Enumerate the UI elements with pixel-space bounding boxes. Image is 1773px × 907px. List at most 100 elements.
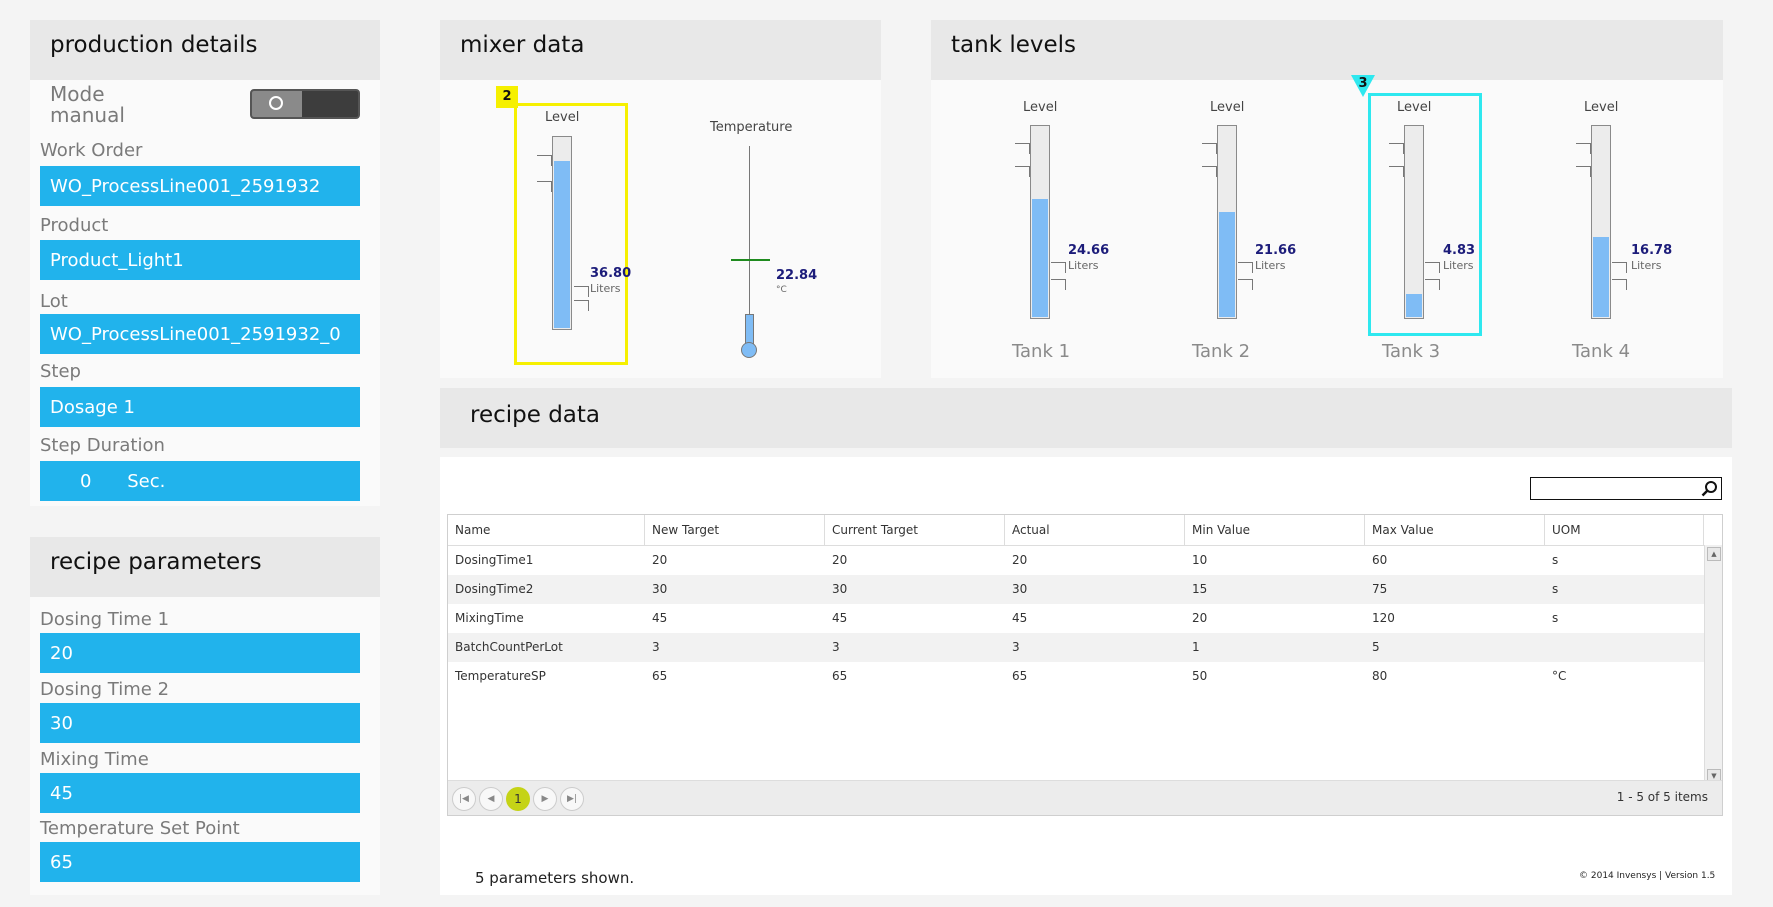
tank-unit: Liters [1631,259,1662,272]
mode-value: manual [50,103,125,127]
mode-toggle[interactable] [250,89,360,119]
cell-min-value: 1 [1192,640,1200,654]
table-row[interactable]: TemperatureSP 65 65 65 50 80 °C [448,662,1704,691]
tank-level-label: Level [1023,100,1058,115]
tank-marker [1202,143,1217,154]
column-header-name[interactable]: Name [448,515,645,545]
cell-name: BatchCountPerLot [455,640,563,654]
thermometer-stem [749,146,750,316]
thermometer-tube [745,314,754,344]
tank-marker [1389,166,1404,177]
param-value-field[interactable]: 20 [40,633,360,673]
cell-uom: s [1552,553,1559,567]
cell-min-value: 50 [1192,669,1208,683]
tank-marker [1612,279,1627,290]
cell-name: DosingTime2 [455,582,534,596]
cell-uom: °C [1552,669,1567,683]
next-page-icon[interactable]: ▶ [533,787,557,811]
tank-marker [1612,262,1627,273]
column-header-min-value[interactable]: Min Value [1185,515,1365,545]
mixer-badge: 2 [496,86,518,108]
cell-min-value: 20 [1192,611,1208,625]
cell-max-value: 80 [1372,669,1388,683]
step-field[interactable]: Dosage 1 [40,387,360,427]
tank-fill [1219,212,1235,317]
tank-fill [1593,237,1609,317]
toggle-knob [252,91,302,117]
column-header-actual[interactable]: Actual [1005,515,1185,545]
tank-marker [1238,279,1253,290]
mixer-temperature-unit: °C [776,285,787,295]
work-order-field[interactable]: WO_ProcessLine001_2591932 [40,166,360,206]
tank-tube [1404,125,1424,319]
mixer-temperature-value: 22.84 [776,268,818,283]
mixer-temperature-label: Temperature [710,120,793,135]
tank-name: Tank 4 [1572,341,1631,362]
tank3-badge-number: 3 [1358,76,1368,91]
param-label: Temperature Set Point [40,818,240,839]
column-header-new-target[interactable]: New Target [645,515,825,545]
cell-current-target: 20 [832,553,848,567]
mode-label: Mode [50,82,105,106]
recipe-data-header-panel: recipe data [440,388,1732,448]
prev-page-icon[interactable]: ◀ [479,787,503,811]
param-label: Dosing Time 2 [40,679,170,700]
param-label: Mixing Time [40,749,149,770]
step-duration-unit: Sec. [127,471,166,492]
mixer-data-header: mixer data [440,20,881,80]
table-row[interactable]: DosingTime2 30 30 30 15 75 s [448,575,1704,604]
table-row[interactable]: DosingTime1 20 20 20 10 60 s [448,546,1704,575]
cell-current-target: 65 [832,669,848,683]
grid-vertical-scrollbar[interactable]: ▲ ▼ [1704,545,1722,785]
tank-value: 24.66 [1068,243,1110,258]
production-details-title: production details [50,32,258,58]
param-value-field[interactable]: 45 [40,773,360,813]
column-header-current-target[interactable]: Current Target [825,515,1005,545]
tank-level-label: Level [1584,100,1619,115]
tank-marker [1015,166,1030,177]
product-field[interactable]: Product_Light1 [40,240,360,280]
param-value-field[interactable]: 65 [40,842,360,882]
mixer-data-title: mixer data [460,32,585,58]
toggle-ring-icon [269,96,283,110]
tank3-highlight[interactable] [1368,93,1482,336]
lot-field[interactable]: WO_ProcessLine001_2591932_0 [40,314,360,354]
cell-actual: 45 [1012,611,1028,625]
cell-max-value: 5 [1372,640,1380,654]
scroll-up-arrow-icon[interactable]: ▲ [1707,547,1721,561]
recipe-data-grid: Name New Target Current Target Actual Mi… [447,514,1723,816]
table-row[interactable]: MixingTime 45 45 45 20 120 s [448,604,1704,633]
temperature-setpoint-marker [731,259,770,261]
step-label: Step [40,361,81,382]
recipe-data-title: recipe data [470,402,601,428]
mixer-level-unit: Liters [590,282,621,295]
tank-marker [1238,262,1253,273]
tank-tube [1591,125,1611,319]
column-header-max-value[interactable]: Max Value [1365,515,1545,545]
mixer-data-panel: mixer data [440,20,881,378]
cell-new-target: 45 [652,611,668,625]
tank-value: 4.83 [1443,243,1476,258]
recipe-search-input[interactable] [1530,477,1722,500]
mixer-marker [574,300,589,311]
tank-tube [1217,125,1237,319]
tank-marker [1576,166,1591,177]
cell-actual: 30 [1012,582,1028,596]
cell-min-value: 15 [1192,582,1208,596]
page-number-button[interactable]: 1 [506,787,530,811]
step-duration-label: Step Duration [40,435,165,456]
cell-new-target: 3 [652,640,660,654]
tank-level-label: Level [1210,100,1245,115]
param-value-field[interactable]: 30 [40,703,360,743]
table-row[interactable]: BatchCountPerLot 3 3 3 1 5 [448,633,1704,662]
cell-name: DosingTime1 [455,553,534,567]
tank-marker [1389,143,1404,154]
step-duration-field[interactable]: 0 Sec. [40,461,360,501]
column-header-uom[interactable]: UOM [1545,515,1704,545]
first-page-icon[interactable]: |◀ [452,787,476,811]
cell-name: MixingTime [455,611,524,625]
tank-tube [1030,125,1050,319]
search-icon[interactable] [1701,480,1718,497]
last-page-icon[interactable]: ▶| [560,787,584,811]
cell-new-target: 30 [652,582,668,596]
